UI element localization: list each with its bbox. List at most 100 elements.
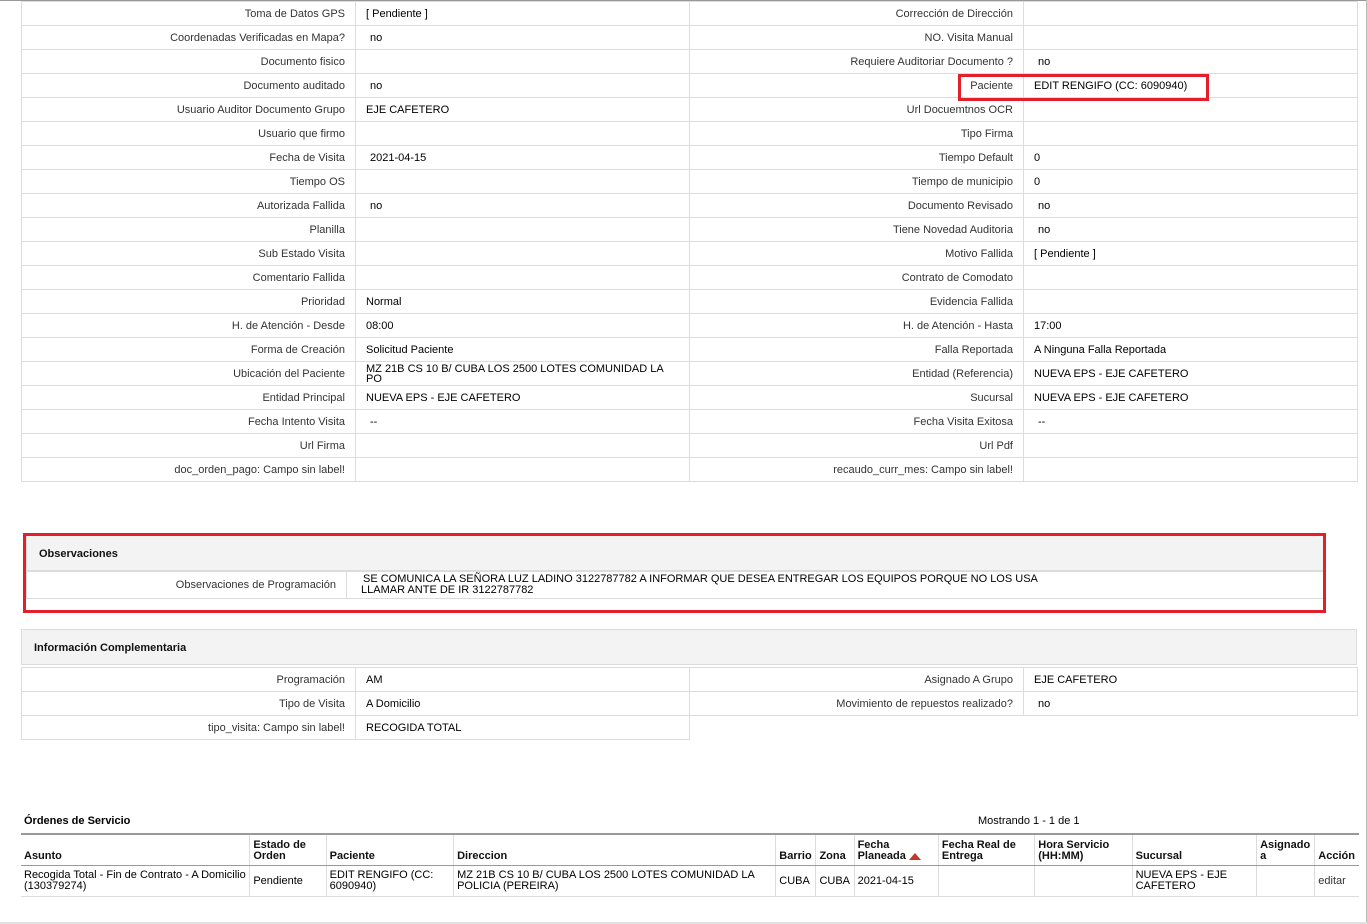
col-barrio[interactable]: Barrio	[775, 833, 816, 866]
field-label: Url Firma	[21, 433, 356, 458]
field-label: Paciente	[689, 73, 1024, 98]
field-value: EJE CAFETERO	[1023, 667, 1358, 692]
field-value	[355, 457, 690, 482]
observaciones-row: Observaciones de Programación SE COMUNIC…	[26, 571, 1326, 599]
detail-row: Prioridad Normal Evidencia Fallida	[21, 289, 1358, 314]
observaciones-title: Observaciones	[39, 548, 118, 560]
field-label: Evidencia Fallida	[689, 289, 1024, 314]
observaciones-table: Observaciones de Programación SE COMUNIC…	[26, 571, 1326, 599]
field-value	[355, 265, 690, 290]
field-label: Programación	[21, 667, 356, 692]
field-value: 0	[1023, 145, 1358, 170]
field-value-text: no	[370, 199, 383, 212]
field-value	[355, 49, 690, 74]
detail-row: H. de Atención - Desde 08:00 H. de Atenció…	[21, 313, 1358, 338]
field-label: Comentario Fallida	[21, 265, 356, 290]
detail-row: Entidad Principal NUEVA EPS - EJE CAFETER…	[21, 385, 1358, 410]
detail-row: doc_orden_pago: Campo sin label! recaudo_…	[21, 457, 1358, 482]
detail-row: Autorizada Fallida no Documento Revisado no	[21, 193, 1358, 218]
field-value-text: no	[370, 79, 383, 92]
detail-row: Documento fisico Requiere Auditoriar Docu…	[21, 49, 1358, 74]
field-value	[1023, 289, 1358, 314]
complementaria-row: Programación AM Asignado A Grupo EJE CAF…	[21, 667, 1358, 692]
field-value: no	[355, 73, 690, 98]
detail-row: Forma de Creación Solicitud Paciente Falla…	[21, 337, 1358, 362]
detail-row: Usuario Auditor Documento Grupo EJE CAFET…	[21, 97, 1358, 122]
field-label: NO. Visita Manual	[689, 25, 1024, 50]
field-value: EJE CAFETERO	[355, 97, 690, 122]
field-label: Usuario que firmo	[21, 121, 356, 146]
field-label: Entidad Principal	[21, 385, 356, 410]
field-label: Documento fisico	[21, 49, 356, 74]
field-label: Tiempo OS	[21, 169, 356, 194]
field-label: Coordenadas Verificadas en Mapa?	[21, 25, 356, 50]
field-value-text: 0	[1034, 151, 1041, 164]
edit-link[interactable]: editar	[1318, 875, 1346, 887]
field-label: doc_orden_pago: Campo sin label!	[21, 457, 356, 482]
field-value: 2021-04-15	[355, 145, 690, 170]
observaciones-label: Observaciones de Programación	[26, 571, 347, 599]
field-label: Url Docuemtnos OCR	[689, 97, 1024, 122]
field-label: Requiere Auditoriar Documento ?	[689, 49, 1024, 74]
field-label: Fecha Intento Visita	[21, 409, 356, 434]
col-asignado[interactable]: Asignado a	[1256, 833, 1315, 866]
orders-header-row: Asunto Estado de Orden Paciente Direccio…	[21, 833, 1359, 866]
field-value: NUEVA EPS - EJE CAFETERO	[355, 385, 690, 410]
field-label: Documento Revisado	[689, 193, 1024, 218]
field-value-text: no	[1038, 697, 1051, 710]
complementaria-row: Tipo de Visita A Domicilio Movimiento de…	[21, 691, 1358, 716]
table-row: Recogida Total - Fin de Contrato - A Dom…	[21, 865, 1359, 897]
col-estado[interactable]: Estado de Orden	[249, 833, 327, 866]
detail-row: Usuario que firmo Tipo Firma	[21, 121, 1358, 146]
field-value-text: 2021-04-15	[370, 151, 427, 164]
field-value-text: --	[1038, 415, 1046, 428]
orders-count: Mostrando 1 - 1 de 1	[978, 815, 1080, 827]
field-value: NUEVA EPS - EJE CAFETERO	[1023, 385, 1358, 410]
field-label: Url Pdf	[689, 433, 1024, 458]
col-accion[interactable]: Acción	[1314, 833, 1359, 866]
field-label: Usuario Auditor Documento Grupo	[21, 97, 356, 122]
field-value: [ Pendiente ]	[1023, 241, 1358, 266]
sort-asc-icon[interactable]	[908, 852, 921, 860]
detail-table: Toma de Datos GPS [ Pendiente ] Corrección…	[21, 1, 1358, 482]
field-value: AM	[355, 667, 690, 692]
field-value: Normal	[355, 289, 690, 314]
field-value-text: 08:00	[366, 319, 394, 332]
field-value-text: Solicitud Paciente	[366, 343, 454, 356]
field-value: [ Pendiente ]	[355, 1, 690, 26]
empty-cell	[690, 716, 1024, 740]
field-value: A Ninguna Falla Reportada	[1023, 337, 1358, 362]
field-value	[1023, 433, 1358, 458]
observaciones-header: Observaciones	[26, 535, 1326, 571]
field-value	[1023, 97, 1358, 122]
field-label: Tiene Novedad Auditoria	[689, 217, 1024, 242]
col-sucursal[interactable]: Sucursal	[1131, 833, 1257, 866]
col-hora[interactable]: Hora Servicio (HH:MM)	[1034, 833, 1133, 866]
col-fecha-real[interactable]: Fecha Real de Entrega	[937, 833, 1035, 866]
field-value-text: NUEVA EPS - EJE CAFETERO	[366, 391, 521, 404]
col-direccion[interactable]: Direccion	[453, 833, 776, 866]
field-value-text: no	[1038, 199, 1051, 212]
detail-row: Comentario Fallida Contrato de Comodato	[21, 265, 1358, 290]
complementaria-header: Información Complementaria	[21, 629, 1357, 665]
field-value: no	[1023, 691, 1358, 716]
field-label: Autorizada Fallida	[21, 193, 356, 218]
col-zona[interactable]: Zona	[815, 833, 855, 866]
field-value-text: no	[370, 31, 383, 44]
col-asunto[interactable]: Asunto	[21, 833, 250, 866]
cell-paciente: EDIT RENGIFO (CC: 6090940)	[325, 865, 454, 897]
field-value: RECOGIDA TOTAL	[355, 715, 690, 740]
field-label: Corrección de Dirección	[689, 1, 1024, 26]
field-value	[1023, 1, 1358, 26]
field-label: Forma de Creación	[21, 337, 356, 362]
field-label: Tipo de Visita	[21, 691, 356, 716]
col-paciente[interactable]: Paciente	[325, 833, 454, 866]
col-fecha-planeada[interactable]: Fecha Planeada	[853, 833, 939, 866]
observaciones-line-2: LLAMAR ANTE DE IR 3122787782	[361, 584, 534, 596]
field-value-text: no	[1038, 223, 1051, 236]
cell-hora	[1034, 865, 1133, 897]
field-value: 08:00	[355, 313, 690, 338]
field-value-text: MZ 21B CS 10 B/ CUBA LOS 2500 LOTES COMU…	[366, 362, 664, 385]
field-label: H. de Atención - Hasta	[689, 313, 1024, 338]
field-label: Motivo Fallida	[689, 241, 1024, 266]
